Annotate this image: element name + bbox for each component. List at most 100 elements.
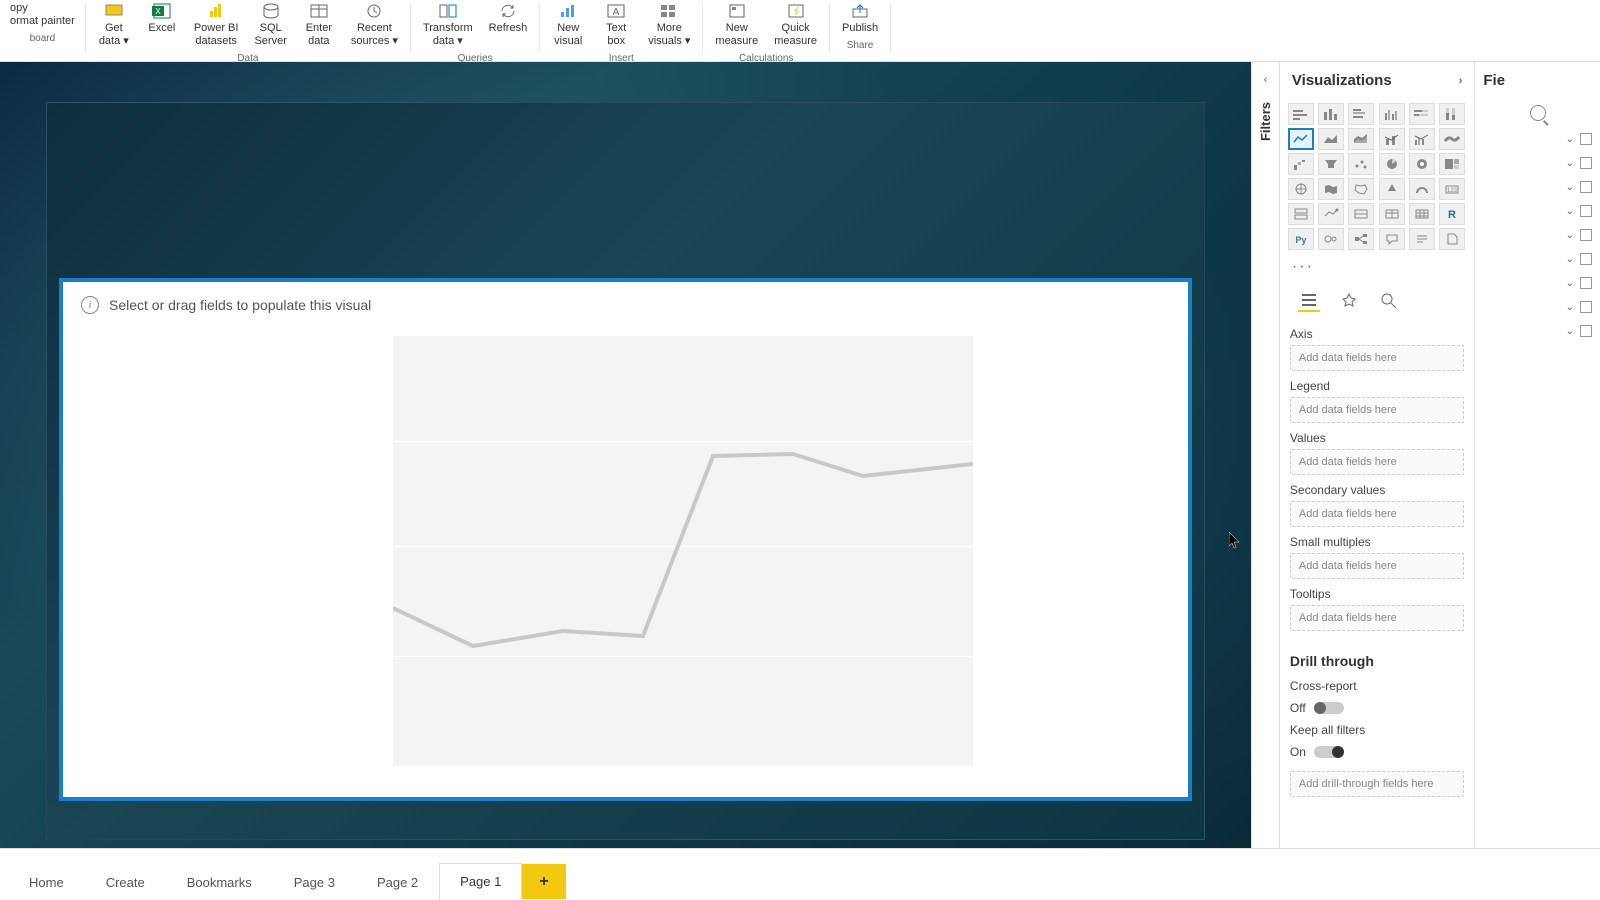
- tab-create[interactable]: Create: [85, 864, 166, 900]
- viz-line-stacked-column-icon[interactable]: [1379, 128, 1405, 150]
- powerbi-datasets-button[interactable]: Power BI datasets: [186, 0, 247, 50]
- new-visual-button[interactable]: New visual: [544, 0, 592, 50]
- tab-bookmarks[interactable]: Bookmarks: [166, 864, 273, 900]
- visual-container-selected[interactable]: i Select or drag fields to populate this…: [59, 278, 1192, 801]
- axis-drop[interactable]: Add data fields here: [1290, 345, 1464, 371]
- viz-pie-icon[interactable]: [1379, 153, 1405, 175]
- more-visuals-button[interactable]: More visuals ▾: [640, 0, 698, 50]
- keep-filters-toggle[interactable]: [1314, 746, 1344, 758]
- viz-stacked-bar-icon[interactable]: [1288, 103, 1314, 125]
- format-tab-icon[interactable]: [1338, 290, 1360, 312]
- viz-table-icon[interactable]: [1379, 203, 1405, 225]
- fields-tab-icon[interactable]: [1298, 290, 1320, 312]
- collapse-viz-icon[interactable]: ›: [1459, 75, 1463, 87]
- visualizations-pane: Visualizations ›: [1280, 62, 1475, 848]
- viz-line-clustered-column-icon[interactable]: [1409, 128, 1435, 150]
- tab-page-3[interactable]: Page 3: [273, 864, 356, 900]
- table-icon: [1580, 157, 1592, 169]
- viz-clustered-bar-icon[interactable]: [1348, 103, 1374, 125]
- viz-clustered-column-icon[interactable]: [1379, 103, 1405, 125]
- drill-through-drop[interactable]: Add drill-through fields here: [1290, 771, 1464, 797]
- tab-page-2[interactable]: Page 2: [356, 864, 439, 900]
- viz-scatter-icon[interactable]: [1348, 153, 1374, 175]
- report-page[interactable]: i Select or drag fields to populate this…: [46, 102, 1205, 840]
- field-table-row[interactable]: ⌄: [1475, 295, 1600, 319]
- viz-multi-row-card-icon[interactable]: [1288, 203, 1314, 225]
- viz-key-influencers-icon[interactable]: [1318, 228, 1344, 250]
- viz-area-chart-icon[interactable]: [1318, 128, 1344, 150]
- field-table-row[interactable]: ⌄: [1475, 151, 1600, 175]
- sql-server-button[interactable]: SQL Server: [246, 0, 294, 50]
- tab-home[interactable]: Home: [8, 864, 85, 900]
- search-fields[interactable]: [1475, 99, 1600, 127]
- viz-card-icon[interactable]: 123: [1439, 178, 1465, 200]
- viz-gauge-icon[interactable]: [1409, 178, 1435, 200]
- viz-smart-narrative-icon[interactable]: [1409, 228, 1435, 250]
- quick-measure-button[interactable]: Quick measure: [766, 0, 825, 50]
- viz-slicer-icon[interactable]: [1348, 203, 1374, 225]
- ribbon-group-share: Publish Share: [834, 0, 886, 51]
- viz-donut-icon[interactable]: [1409, 153, 1435, 175]
- well-values: ValuesAdd data fields here: [1290, 431, 1464, 475]
- excel-button[interactable]: XExcel: [138, 0, 186, 50]
- chevron-down-icon: ⌄: [1566, 254, 1574, 265]
- viz-treemap-icon[interactable]: [1439, 153, 1465, 175]
- new-measure-button[interactable]: New measure: [707, 0, 766, 50]
- analytics-tab-icon[interactable]: [1378, 290, 1400, 312]
- more-visuals-ellipsis[interactable]: ···: [1280, 254, 1474, 280]
- enter-data-button[interactable]: Enter data: [295, 0, 343, 50]
- tooltips-drop[interactable]: Add data fields here: [1290, 605, 1464, 631]
- field-table-row[interactable]: ⌄: [1475, 199, 1600, 223]
- well-secondary-values: Secondary valuesAdd data fields here: [1290, 483, 1464, 527]
- legend-drop[interactable]: Add data fields here: [1290, 397, 1464, 423]
- viz-waterfall-icon[interactable]: [1288, 153, 1314, 175]
- svg-text:X: X: [155, 7, 161, 16]
- field-table-row[interactable]: ⌄: [1475, 127, 1600, 151]
- viz-map-icon[interactable]: [1288, 178, 1314, 200]
- viz-stacked-area-icon[interactable]: [1348, 128, 1374, 150]
- get-data-button[interactable]: Get data ▾: [90, 0, 138, 50]
- values-drop[interactable]: Add data fields here: [1290, 449, 1464, 475]
- table-icon: [1580, 205, 1592, 217]
- viz-ribbon-chart-icon[interactable]: [1439, 128, 1465, 150]
- viz-decomposition-tree-icon[interactable]: [1348, 228, 1374, 250]
- cross-report-toggle[interactable]: [1314, 702, 1344, 714]
- viz-kpi-icon[interactable]: [1318, 203, 1344, 225]
- report-canvas[interactable]: i Select or drag fields to populate this…: [0, 62, 1251, 848]
- viz-filled-map-icon[interactable]: [1318, 178, 1344, 200]
- refresh-button[interactable]: Refresh: [481, 0, 536, 50]
- field-table-row[interactable]: ⌄: [1475, 175, 1600, 199]
- viz-100-stacked-column-icon[interactable]: [1439, 103, 1465, 125]
- viz-matrix-icon[interactable]: [1409, 203, 1435, 225]
- clipboard-fragment[interactable]: opy ormat painter: [4, 0, 81, 30]
- secondary-values-drop[interactable]: Add data fields here: [1290, 501, 1464, 527]
- viz-r-script-icon[interactable]: R: [1439, 203, 1465, 225]
- tab-page-1[interactable]: Page 1: [439, 863, 522, 900]
- viz-stacked-column-icon[interactable]: [1318, 103, 1344, 125]
- text-box-button[interactable]: AText box: [592, 0, 640, 50]
- viz-line-chart-icon[interactable]: [1288, 128, 1314, 150]
- viz-funnel-icon[interactable]: [1318, 153, 1344, 175]
- viz-azure-map-icon[interactable]: [1379, 178, 1405, 200]
- recent-sources-button[interactable]: Recent sources ▾: [343, 0, 406, 50]
- field-table-row[interactable]: ⌄: [1475, 223, 1600, 247]
- add-page-button[interactable]: +: [522, 864, 565, 899]
- ribbon-separator: [85, 4, 86, 52]
- field-table-row[interactable]: ⌄: [1475, 319, 1600, 343]
- expand-filters-icon[interactable]: ‹: [1264, 74, 1268, 86]
- chevron-down-icon: ⌄: [1566, 326, 1574, 337]
- field-table-row[interactable]: ⌄: [1475, 271, 1600, 295]
- viz-100-stacked-bar-icon[interactable]: [1409, 103, 1435, 125]
- chevron-down-icon: ⌄: [1566, 302, 1574, 313]
- ribbon-separator: [890, 4, 891, 52]
- viz-python-icon[interactable]: Py: [1288, 228, 1314, 250]
- viz-shape-map-icon[interactable]: [1348, 178, 1374, 200]
- mouse-cursor-icon: [1229, 532, 1241, 550]
- field-table-row[interactable]: ⌄: [1475, 247, 1600, 271]
- small-multiples-drop[interactable]: Add data fields here: [1290, 553, 1464, 579]
- filters-pane-collapsed[interactable]: ‹ Filters: [1252, 62, 1280, 848]
- transform-data-button[interactable]: Transform data ▾: [415, 0, 481, 50]
- publish-button[interactable]: Publish: [834, 0, 886, 37]
- viz-qa-icon[interactable]: [1379, 228, 1405, 250]
- viz-paginated-report-icon[interactable]: [1439, 228, 1465, 250]
